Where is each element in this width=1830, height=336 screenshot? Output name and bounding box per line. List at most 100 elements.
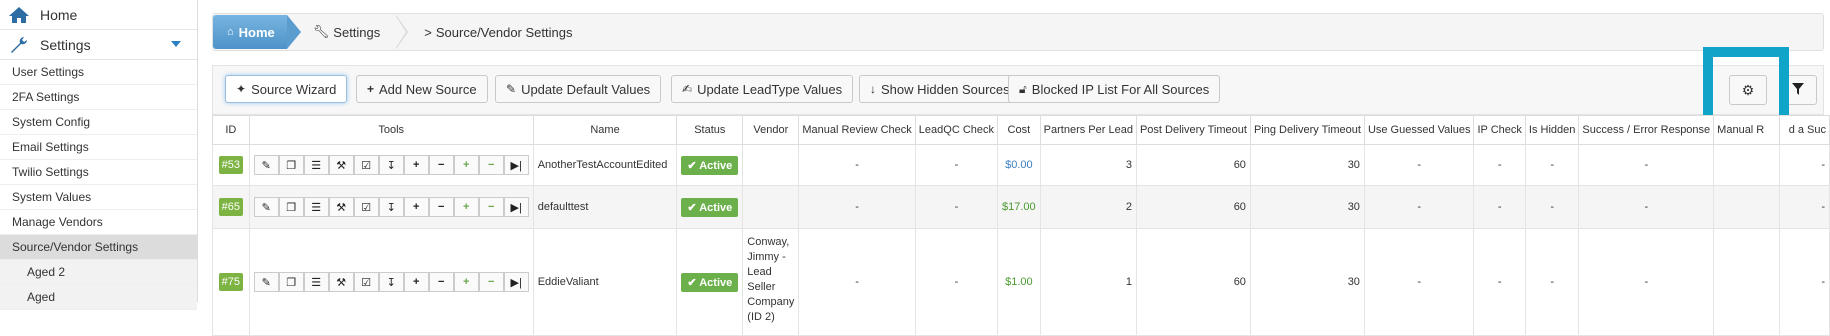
breadcrumb-home[interactable]: ⌂ Home [213, 15, 301, 49]
plus-green-icon[interactable]: + [453, 155, 479, 175]
step-forward-icon[interactable]: ▶| [503, 272, 529, 292]
row-tools: ✎ ❐ ☰ ⚒ ☑ ↧ + − + − ▶| [253, 197, 529, 217]
header-post-delivery-timeout[interactable]: Post Delivery Timeout [1135, 115, 1251, 145]
minus-green-icon[interactable]: − [478, 155, 504, 175]
minus-icon[interactable]: − [428, 272, 454, 292]
cell-status: ✔ Active [676, 185, 744, 229]
header-id[interactable]: ID [212, 115, 250, 145]
gavel-icon[interactable]: ⚒ [328, 197, 354, 217]
pencil-icon[interactable]: ✎ [253, 155, 279, 175]
plus-icon: + [367, 82, 375, 96]
sidebar-item-settings[interactable]: Settings [0, 30, 197, 60]
header-manual-r[interactable]: Manual R [1713, 115, 1780, 145]
home-icon [6, 4, 32, 26]
list-icon[interactable]: ☰ [303, 155, 329, 175]
update-leadtype-values-button[interactable]: ✍︎ Update LeadType Values [671, 75, 854, 103]
cell-post-delivery-timeout: 60 [1135, 144, 1251, 186]
download-circle-icon[interactable]: ↧ [378, 197, 404, 217]
list-icon[interactable]: ☰ [303, 197, 329, 217]
id-badge[interactable]: #75 [218, 273, 244, 291]
cell-tools: ✎ ❐ ☰ ⚒ ☑ ↧ + − + − ▶| [248, 185, 534, 229]
button-label: Update Default Values [521, 81, 651, 97]
copy-icon[interactable]: ❐ [278, 197, 304, 217]
cell-id: #75 [212, 228, 250, 336]
sidebar-item-label: Settings [40, 36, 91, 53]
cell-cost: $17.00 [997, 185, 1041, 229]
pencil-icon[interactable]: ✎ [253, 272, 279, 292]
sidebar-item-manage-vendors[interactable]: Manage Vendors [0, 210, 197, 235]
header-cost[interactable]: Cost [997, 115, 1041, 145]
id-badge[interactable]: #65 [218, 198, 244, 216]
download-circle-icon[interactable]: ↧ [378, 155, 404, 175]
cell-leadqc-check: - [914, 144, 999, 186]
sidebar-item-2fa-settings[interactable]: 2FA Settings [0, 85, 197, 110]
plus-green-icon[interactable]: + [453, 272, 479, 292]
step-forward-icon[interactable]: ▶| [503, 155, 529, 175]
header-leadqc-check[interactable]: LeadQC Check [914, 115, 999, 145]
sidebar-item-system-values[interactable]: System Values [0, 185, 197, 210]
row-tools: ✎ ❐ ☰ ⚒ ☑ ↧ + − + − ▶| [253, 272, 529, 292]
cell-manual-review-check: - [798, 144, 916, 186]
header-last[interactable]: d a Suc [1778, 115, 1830, 145]
list-icon[interactable]: ☰ [303, 272, 329, 292]
copy-icon[interactable]: ❐ [278, 155, 304, 175]
check-square-icon[interactable]: ☑ [353, 197, 379, 217]
header-is-hidden[interactable]: Is Hidden [1524, 115, 1580, 145]
sidebar-item-system-config[interactable]: System Config [0, 110, 197, 135]
sidebar-item-aged[interactable]: Aged [0, 285, 197, 310]
status-badge[interactable]: ✔ Active [681, 272, 739, 292]
header-ping-delivery-timeout[interactable]: Ping Delivery Timeout [1249, 115, 1365, 145]
status-badge[interactable]: ✔ Active [681, 197, 739, 217]
plus-green-icon[interactable]: + [453, 197, 479, 217]
minus-icon[interactable]: − [428, 197, 454, 217]
status-badge[interactable]: ✔ Active [681, 155, 739, 175]
sidebar-item-home[interactable]: Home [0, 0, 197, 30]
sidebar-item-aged-2[interactable]: Aged 2 [0, 260, 197, 285]
plus-icon[interactable]: + [403, 272, 429, 292]
update-default-values-button[interactable]: ✎ Update Default Values [495, 75, 662, 103]
cell-leadqc-check: - [914, 228, 999, 336]
check-square-icon[interactable]: ☑ [353, 155, 379, 175]
step-forward-icon[interactable]: ▶| [503, 197, 529, 217]
table-row: #65 ✎ ❐ ☰ ⚒ ☑ ↧ + − + − ▶| defaulttest ✔ Active - - $17.… [212, 185, 1830, 229]
gavel-icon[interactable]: ⚒ [328, 155, 354, 175]
id-badge[interactable]: #53 [218, 156, 244, 174]
breadcrumb-settings[interactable]: 🔧︎ Settings [287, 15, 408, 49]
button-label: Add New Source [379, 81, 477, 97]
cell-manual-review-check: - [798, 185, 916, 229]
copy-icon[interactable]: ❐ [278, 272, 304, 292]
pencil-icon[interactable]: ✎ [253, 197, 279, 217]
cell-manual-r [1713, 144, 1780, 186]
show-hidden-sources-button[interactable]: ↓ Show Hidden Sources [859, 75, 1021, 103]
cell-tools: ✎ ❐ ☰ ⚒ ☑ ↧ + − + − ▶| [248, 144, 534, 186]
sidebar-item-email-settings[interactable]: Email Settings [0, 135, 197, 160]
header-success-error-response[interactable]: Success / Error Response [1578, 115, 1715, 145]
sidebar-item-twilio-settings[interactable]: Twilio Settings [0, 160, 197, 185]
header-use-guessed-values[interactable]: Use Guessed Values [1363, 115, 1475, 145]
minus-green-icon[interactable]: − [478, 272, 504, 292]
plus-icon[interactable]: + [403, 155, 429, 175]
minus-green-icon[interactable]: − [478, 197, 504, 217]
header-partners-per-lead[interactable]: Partners Per Lead [1039, 115, 1137, 145]
source-wizard-button[interactable]: ✦ Source Wizard [225, 75, 348, 103]
check-square-icon[interactable]: ☑ [353, 272, 379, 292]
header-ip-check[interactable]: IP Check [1473, 115, 1526, 145]
edit-icon: ✍︎ [682, 82, 693, 96]
minus-icon[interactable]: − [428, 155, 454, 175]
cell-partners-per-lead: 3 [1039, 144, 1137, 186]
sidebar-item-source-vendor-settings[interactable]: Source/Vendor Settings [0, 235, 197, 260]
cell-id: #53 [212, 144, 250, 186]
plus-icon[interactable]: + [403, 197, 429, 217]
header-manual-review-check[interactable]: Manual Review Check [798, 115, 916, 145]
gavel-icon[interactable]: ⚒ [328, 272, 354, 292]
header-vendor[interactable]: Vendor [742, 115, 800, 145]
sidebar-item-user-settings[interactable]: User Settings [0, 60, 197, 85]
download-circle-icon[interactable]: ↧ [378, 272, 404, 292]
add-new-source-button[interactable]: + Add New Source [356, 75, 488, 103]
cell-success-error-response: - [1578, 144, 1715, 186]
cell-vendor: Conway, Jimmy - Lead Seller Company (ID … [742, 228, 800, 336]
header-status[interactable]: Status [676, 115, 744, 145]
cell-partners-per-lead: 2 [1039, 185, 1137, 229]
header-name[interactable]: Name [532, 115, 678, 145]
blocked-ip-list-button[interactable]: 🔓︎ Blocked IP List For All Sources [1008, 75, 1221, 103]
